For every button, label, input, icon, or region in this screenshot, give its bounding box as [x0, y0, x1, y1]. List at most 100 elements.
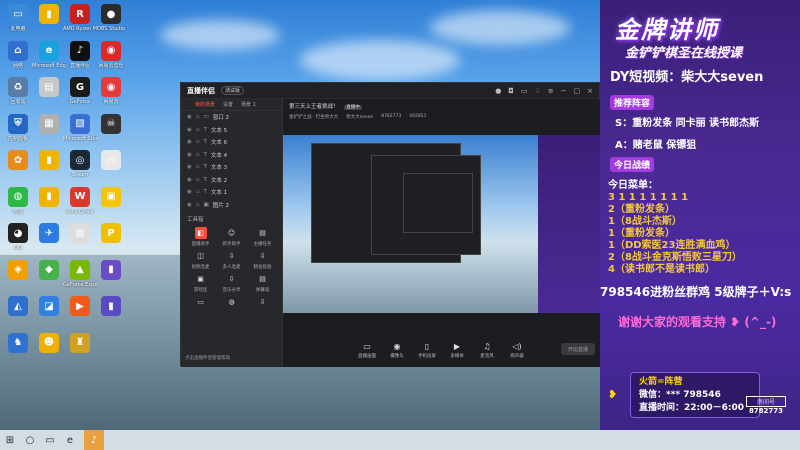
- control-button[interactable]: ▶ 多媒体: [445, 342, 469, 359]
- desktop-icon[interactable]: ● OBS Studio: [94, 4, 128, 32]
- desktop-icon[interactable]: ✈: [32, 223, 66, 245]
- version-badge[interactable]: 测试版: [221, 86, 245, 95]
- desktop-icon[interactable]: ⌂ 网络: [1, 40, 35, 69]
- desktop-icon[interactable]: G GeForce: [63, 77, 97, 105]
- toolbox-item[interactable]: ⇩ 多人连麦: [216, 250, 247, 270]
- control-button[interactable]: ▭ 直播画面: [355, 342, 379, 359]
- scene-item[interactable]: ◉ ▫ T 文本 2: [181, 174, 282, 187]
- desktop-icon[interactable]: ◉ 网易云: [94, 77, 128, 105]
- desktop-icon[interactable]: ☠: [94, 113, 128, 136]
- lock-icon[interactable]: ▫: [196, 202, 200, 208]
- visibility-eye-icon[interactable]: ◉: [187, 127, 192, 133]
- scene-item[interactable]: ◉ ▫ T 文本 1: [181, 186, 282, 199]
- desktop-icon[interactable]: ♻ 回收站: [1, 77, 35, 105]
- lock-icon[interactable]: ▫: [196, 177, 200, 183]
- toolbox-item[interactable]: ▤ 主播任务: [247, 227, 278, 247]
- toolbox-item[interactable]: ☺ 新手助手: [216, 227, 247, 247]
- toolbox-item[interactable]: ◧ 直播助手: [185, 227, 216, 247]
- desktop-icon[interactable]: ◭: [1, 296, 35, 318]
- desktop-icon[interactable]: ▦: [32, 113, 66, 136]
- help-link[interactable]: 点击直播伴侣管理帮助: [185, 355, 230, 361]
- desktop-icon[interactable]: ♜: [63, 332, 97, 355]
- desktop-icon[interactable]: ▤: [32, 77, 66, 99]
- toolbox-item[interactable]: ⇩ 精准投放: [247, 250, 278, 270]
- desktop-icon[interactable]: ▣: [94, 186, 128, 209]
- minimize-icon[interactable]: −: [561, 87, 567, 95]
- bell-icon[interactable]: ♢: [534, 87, 540, 95]
- task-view-icon[interactable]: ▭: [40, 430, 60, 450]
- desktop-icon[interactable]: ▮: [94, 296, 128, 318]
- scene-item[interactable]: ◉ ▫ ▣ 图片 2: [181, 199, 282, 212]
- desktop-icon[interactable]: ◍ 微信: [1, 186, 35, 215]
- desktop-icon[interactable]: ◕ QQ: [1, 223, 35, 251]
- toolbox-item[interactable]: ▣ 游戏连: [185, 273, 216, 293]
- lock-icon[interactable]: ▫: [196, 114, 200, 120]
- toolbox-item[interactable]: ▭: [185, 296, 216, 310]
- avatar[interactable]: ●: [495, 87, 501, 95]
- toolbox-item[interactable]: ▤ 弹幕墙: [247, 273, 278, 293]
- live-companion-icon[interactable]: ♪: [84, 430, 104, 450]
- desktop-icon[interactable]: P: [94, 223, 128, 245]
- desktop-icon[interactable]: ◈: [1, 259, 35, 282]
- desktop-icon[interactable]: ▭ 此电脑: [1, 4, 35, 32]
- tab-scene-1[interactable]: 场景 1: [241, 101, 256, 108]
- desktop-icon[interactable]: W WPS Office: [63, 186, 97, 215]
- scene-item[interactable]: ◉ ▫ T 文本 5: [181, 124, 282, 137]
- scene-item[interactable]: ◉ ▫ ▭ 窗口 2: [181, 111, 282, 124]
- control-button[interactable]: ◁) 扬声器: [505, 342, 529, 359]
- message-icon[interactable]: ▭: [521, 87, 528, 95]
- lock-icon[interactable]: ▫: [196, 127, 200, 133]
- visibility-eye-icon[interactable]: ◉: [187, 139, 192, 145]
- visibility-eye-icon[interactable]: ◉: [187, 189, 192, 195]
- start-live-button[interactable]: 开始直播: [561, 343, 595, 355]
- control-button[interactable]: ▯ 手机投屏: [415, 342, 439, 359]
- tab-settings[interactable]: 设置: [223, 101, 233, 108]
- desktop-icon[interactable]: ▥: [63, 223, 97, 245]
- desktop-icon[interactable]: ◆: [32, 259, 66, 282]
- desktop-icon[interactable]: ▮: [94, 259, 128, 282]
- maximize-icon[interactable]: ▢: [574, 87, 581, 95]
- close-icon[interactable]: ×: [587, 87, 593, 95]
- lock-icon[interactable]: ▫: [196, 189, 200, 195]
- toolbox-item[interactable]: ◍: [216, 296, 247, 310]
- start-icon[interactable]: ⊞: [0, 430, 20, 450]
- gift-icon[interactable]: ◘: [508, 87, 514, 95]
- desktop-icon[interactable]: ▲GeForce Experience: [63, 259, 97, 288]
- scene-item[interactable]: ◉ ▫ T 文本 3: [181, 161, 282, 174]
- desktop-icon[interactable]: ⛨ 控制面板: [1, 113, 35, 142]
- edge-icon[interactable]: e: [60, 430, 80, 450]
- desktop-icon[interactable]: ♪ 直播伴侣: [63, 40, 97, 69]
- desktop-icon[interactable]: ☻: [32, 332, 66, 355]
- desktop-icon[interactable]: ▧ Microsoft Store: [63, 113, 97, 142]
- desktop-icon[interactable]: ◉ 网易云音乐: [94, 40, 128, 69]
- lock-icon[interactable]: ▫: [196, 164, 200, 170]
- scene-item[interactable]: ◉ ▫ T 文本 4: [181, 149, 282, 162]
- desktop-icon[interactable]: ◎ Steam: [63, 150, 97, 178]
- search-icon[interactable]: ○: [20, 430, 40, 450]
- visibility-eye-icon[interactable]: ◉: [187, 114, 192, 120]
- desktop-icon[interactable]: R AMD Ryzen Master: [63, 4, 97, 32]
- desktop-icon[interactable]: ▮: [32, 150, 66, 172]
- menu-icon[interactable]: ≡: [548, 87, 554, 95]
- live-preview[interactable]: [283, 135, 601, 313]
- stream-title[interactable]: 第三天上王者挑战！: [289, 104, 339, 110]
- desktop-icon[interactable]: ▮: [32, 186, 66, 209]
- desktop-icon[interactable]: e Microsoft Edge: [32, 40, 66, 69]
- desktop-icon[interactable]: ♞: [1, 332, 35, 355]
- desktop-icon[interactable]: ✿: [1, 150, 35, 172]
- desktop-icon[interactable]: ▮: [32, 4, 66, 26]
- desktop-icon[interactable]: ◪: [32, 296, 66, 318]
- visibility-eye-icon[interactable]: ◉: [187, 152, 192, 158]
- toolbox-item[interactable]: ⇩ 音乐分享: [216, 273, 247, 293]
- scene-item[interactable]: ◉ ▫ T 文本 6: [181, 136, 282, 149]
- control-button[interactable]: ♫ 麦克风: [475, 342, 499, 359]
- visibility-eye-icon[interactable]: ◉: [187, 164, 192, 170]
- tab-my-scenes[interactable]: 我的场景: [195, 101, 215, 108]
- lock-icon[interactable]: ▫: [196, 152, 200, 158]
- desktop-icon[interactable]: ▭: [94, 150, 128, 172]
- lock-icon[interactable]: ▫: [196, 139, 200, 145]
- desktop-icon[interactable]: ▶: [63, 296, 97, 318]
- toolbox-item[interactable]: ⇩: [247, 296, 278, 310]
- visibility-eye-icon[interactable]: ◉: [187, 177, 192, 183]
- toolbox-item[interactable]: ◫ 视频连麦: [185, 250, 216, 270]
